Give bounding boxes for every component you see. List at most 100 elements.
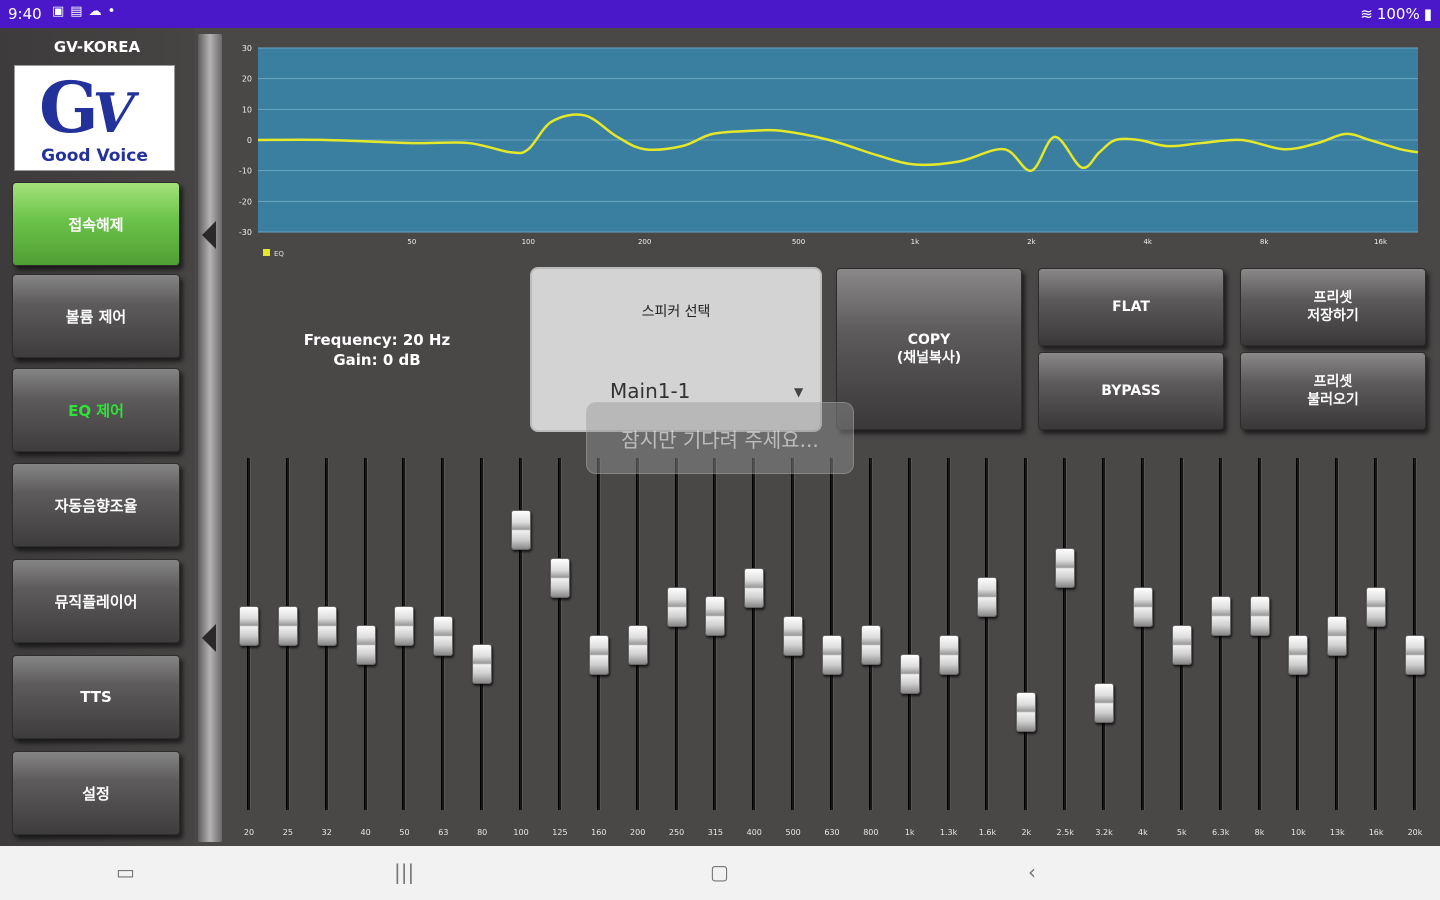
back-icon[interactable]: ‹ <box>1028 860 1036 884</box>
dropdown-caret-icon[interactable]: ▼ <box>794 385 803 399</box>
eq-slider-thumb-500[interactable] <box>783 615 804 656</box>
eq-slider-thumb-40[interactable] <box>355 625 376 666</box>
brand-name: GV-KOREA <box>53 38 141 56</box>
collapse-arrow-icon[interactable] <box>202 221 216 249</box>
eq-slider-thumb-800[interactable] <box>860 625 881 666</box>
x-tick-label: 500 <box>792 238 805 246</box>
eq-slider-thumb-160[interactable] <box>588 634 609 675</box>
volume-control-button[interactable]: 볼륨 제어 <box>12 274 180 358</box>
eq-slider-track-80[interactable] <box>480 458 485 810</box>
message-icon: ▤ <box>70 4 83 19</box>
eq-slider-thumb-32[interactable] <box>316 606 337 646</box>
eq-slider-track-250[interactable] <box>674 458 679 810</box>
auto-tuning-button[interactable]: 자동음향조율 <box>12 463 180 547</box>
eq-band-label: 40 <box>360 828 371 837</box>
x-tick-label: 50 <box>407 238 416 246</box>
eq-band-label: 1k <box>904 828 915 837</box>
eq-slider-track-125[interactable] <box>557 458 562 810</box>
eq-slider-thumb-13k[interactable] <box>1327 615 1348 656</box>
eq-slider-thumb-5k[interactable] <box>1171 625 1192 666</box>
eq-slider-thumb-25[interactable] <box>277 606 298 646</box>
bypass-button[interactable]: BYPASS <box>1038 352 1224 430</box>
home-icon[interactable]: ▢ <box>710 860 729 884</box>
eq-slider-track-3.2k[interactable] <box>1102 458 1107 810</box>
eq-slider-thumb-2k[interactable] <box>1016 692 1037 733</box>
eq-band-label: 125 <box>552 828 568 837</box>
eq-slider-track-2k[interactable] <box>1024 458 1029 810</box>
copy-channel-button[interactable]: COPY (채널복사) <box>836 268 1022 430</box>
eq-slider-thumb-630[interactable] <box>822 634 842 675</box>
speaker-select-title: 스피커 선택 <box>641 304 711 320</box>
eq-slider-thumb-250[interactable] <box>666 586 687 627</box>
battery-text: 100% <box>1376 5 1420 23</box>
preset-load-button[interactable]: 프리셋 불러오기 <box>1240 352 1426 430</box>
eq-slider-thumb-2.5k[interactable] <box>1055 548 1076 589</box>
panel-divider-handle[interactable] <box>198 34 222 842</box>
collapse-arrow-icon[interactable] <box>202 624 216 652</box>
eq-slider-thumb-400[interactable] <box>744 567 765 608</box>
eq-band-label: 630 <box>824 828 840 837</box>
x-tick-label: 8k <box>1260 238 1269 246</box>
eq-slider-track-4k[interactable] <box>1140 458 1145 810</box>
system-nav-bar: ▭ ||| ▢ ‹ <box>0 846 1440 900</box>
eq-band-label: 20 <box>243 828 255 837</box>
eq-slider-track-2.5k[interactable] <box>1063 458 1068 810</box>
eq-slider-thumb-6.3k[interactable] <box>1210 596 1231 637</box>
eq-slider-thumb-50[interactable] <box>394 606 415 646</box>
legend-label: EQ <box>274 250 284 258</box>
status-time: 9:40 <box>8 5 42 23</box>
eq-band-label: 63 <box>438 828 449 837</box>
battery-icon: ▮ <box>1423 5 1432 23</box>
eq-slider-thumb-315[interactable] <box>705 596 726 637</box>
eq-band-label: 315 <box>707 828 724 837</box>
speaker-dropdown[interactable]: Main1-1 <box>610 379 690 403</box>
preset-save-button[interactable]: 프리셋 저장하기 <box>1240 268 1426 346</box>
recent-apps-icon[interactable]: ||| <box>394 860 414 884</box>
eq-band-label: 1.6k <box>978 828 997 837</box>
eq-slider-track-16k[interactable] <box>1374 458 1379 810</box>
eq-slider-thumb-20[interactable] <box>239 606 259 646</box>
eq-band-label: 10k <box>1290 828 1306 837</box>
eq-slider-thumb-1.3k[interactable] <box>938 634 959 675</box>
eq-slider-thumb-3.2k[interactable] <box>1094 682 1115 723</box>
eq-band-label: 20k <box>1407 828 1423 837</box>
eq-slider-thumb-100[interactable] <box>511 510 532 550</box>
eq-slider-thumb-10k[interactable] <box>1288 634 1309 675</box>
screenshot-icon[interactable]: ▭ <box>116 860 135 884</box>
eq-slider-track-400[interactable] <box>752 458 757 810</box>
eq-band-label: 1.3k <box>939 828 958 837</box>
eq-slider-thumb-8k[interactable] <box>1249 596 1270 637</box>
flat-button[interactable]: FLAT <box>1038 268 1224 346</box>
settings-button[interactable]: 설정 <box>12 751 180 835</box>
y-tick-label: 30 <box>242 44 252 53</box>
eq-band-label: 6.3k <box>1211 828 1230 837</box>
image-icon: ▣ <box>52 4 65 19</box>
status-right: ≋ 100% ▮ <box>1360 5 1432 23</box>
logo: GV Good Voice <box>14 65 175 171</box>
music-player-button[interactable]: 뮤직플레이어 <box>12 559 180 643</box>
disconnect-button[interactable]: 접속해제 <box>12 182 180 266</box>
tts-button[interactable]: TTS <box>12 655 180 739</box>
eq-control-button[interactable]: EQ 제어 <box>12 368 180 452</box>
eq-slider-thumb-16k[interactable] <box>1366 586 1387 627</box>
eq-slider-thumb-125[interactable] <box>549 558 570 598</box>
eq-band-label: 800 <box>863 828 879 837</box>
eq-slider-thumb-1.6k[interactable] <box>977 577 998 618</box>
x-tick-label: 1k <box>911 238 920 246</box>
eq-slider-thumb-63[interactable] <box>433 615 454 656</box>
x-tick-label: 4k <box>1143 238 1152 246</box>
eq-slider-thumb-200[interactable] <box>627 625 648 666</box>
y-tick-label: -10 <box>239 167 252 176</box>
eq-band-label: 5k <box>1176 828 1187 837</box>
eq-band-label: 50 <box>399 828 410 837</box>
eq-band-label: 80 <box>477 828 488 837</box>
eq-slider-thumb-80[interactable] <box>472 644 493 685</box>
eq-slider-thumb-4k[interactable] <box>1132 586 1153 627</box>
eq-band-label: 25 <box>282 828 293 837</box>
eq-slider-thumb-1k[interactable] <box>899 654 920 694</box>
eq-slider-thumb-20k[interactable] <box>1405 634 1425 675</box>
eq-slider-track-1k[interactable] <box>907 458 912 810</box>
eq-slider-track-1.6k[interactable] <box>985 458 990 810</box>
dot-icon: • <box>107 4 116 19</box>
eq-band-label: 160 <box>591 828 607 837</box>
